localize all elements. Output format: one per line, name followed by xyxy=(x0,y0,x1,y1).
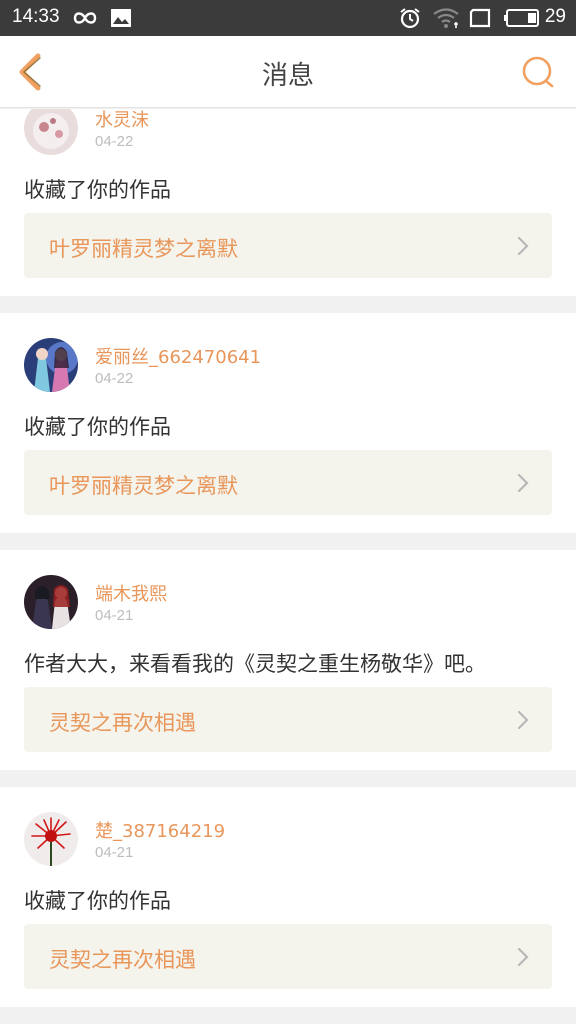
message-date: 04-21 xyxy=(95,844,134,861)
message-date: 04-21 xyxy=(95,607,134,624)
username[interactable]: 水灵沫 xyxy=(95,109,149,132)
chevron-right-icon xyxy=(517,473,529,493)
infinity-icon xyxy=(73,12,97,24)
status-bar: 14:33 29 xyxy=(0,0,576,36)
work-title: 叶罗丽精灵梦之离默 xyxy=(49,237,238,261)
message-card: 水灵沫 04-22 收藏了你的作品 叶罗丽精灵梦之离默 xyxy=(0,109,576,296)
username[interactable]: 端木我熙 xyxy=(95,580,167,606)
avatar[interactable] xyxy=(24,109,78,155)
work-link[interactable]: 叶罗丽精灵梦之离默 xyxy=(24,450,552,515)
app-bar: 消息 xyxy=(0,36,576,108)
work-link[interactable]: 灵契之再次相遇 xyxy=(24,924,552,989)
search-icon[interactable] xyxy=(520,54,556,90)
message-text: 收藏了你的作品 xyxy=(24,889,171,913)
message-text: 作者大大，来看看我的《灵契之重生杨敬华》吧。 xyxy=(24,652,486,676)
message-date: 04-22 xyxy=(95,370,134,387)
username[interactable]: 楚_387164219 xyxy=(95,817,225,843)
wifi-icon xyxy=(433,8,459,28)
alarm-icon xyxy=(400,8,420,29)
message-card: 爱丽丝_662470641 04-22 收藏了你的作品 叶罗丽精灵梦之离默 xyxy=(0,313,576,533)
work-title: 灵契之再次相遇 xyxy=(49,711,196,735)
chevron-right-icon xyxy=(517,236,529,256)
screen-icon xyxy=(469,8,491,28)
page-title: 消息 xyxy=(261,61,314,91)
battery-level: 29 xyxy=(544,6,566,27)
message-text: 收藏了你的作品 xyxy=(24,178,171,202)
battery-icon xyxy=(504,9,539,27)
work-title: 灵契之再次相遇 xyxy=(49,948,196,972)
username[interactable]: 爱丽丝_662470641 xyxy=(95,343,261,369)
message-date: 04-22 xyxy=(95,133,134,150)
image-icon xyxy=(111,9,131,27)
work-link[interactable]: 灵契之再次相遇 xyxy=(24,687,552,752)
avatar[interactable] xyxy=(24,575,78,629)
avatar[interactable] xyxy=(24,338,78,392)
status-time: 14:33 xyxy=(12,6,60,27)
message-list[interactable]: 水灵沫 04-22 收藏了你的作品 叶罗丽精灵梦之离默 爱丽丝_66247064… xyxy=(0,109,576,1024)
message-card: 端木我熙 04-21 作者大大，来看看我的《灵契之重生杨敬华》吧。 灵契之再次相… xyxy=(0,550,576,770)
avatar[interactable] xyxy=(24,812,78,866)
chevron-right-icon xyxy=(517,947,529,967)
chevron-right-icon xyxy=(517,710,529,730)
message-card: 楚_387164219 04-21 收藏了你的作品 灵契之再次相遇 xyxy=(0,787,576,1007)
message-text: 收藏了你的作品 xyxy=(24,415,171,439)
work-title: 叶罗丽精灵梦之离默 xyxy=(49,474,238,498)
work-link[interactable]: 叶罗丽精灵梦之离默 xyxy=(24,213,552,278)
